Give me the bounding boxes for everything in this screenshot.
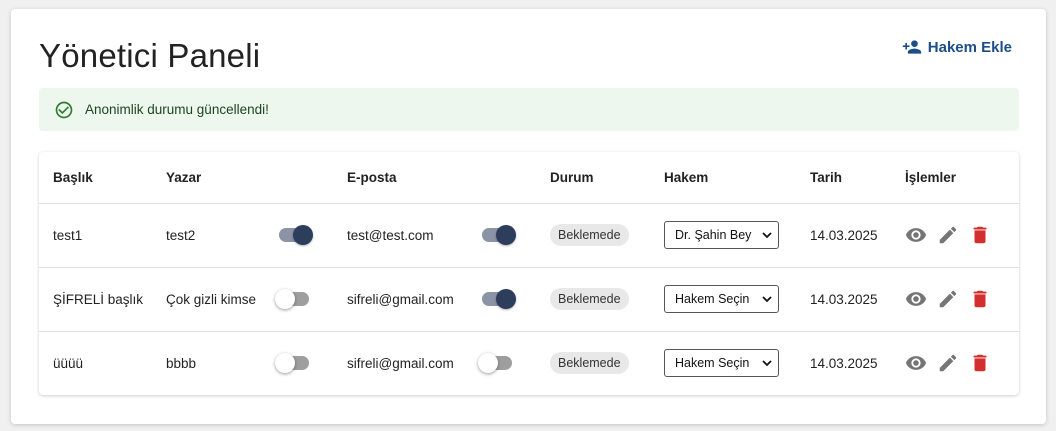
author-anonymity-toggle[interactable]	[277, 225, 313, 245]
chevron-down-icon	[762, 358, 772, 368]
success-alert: Anonimlik durumu güncellendi!	[39, 88, 1019, 131]
column-header-title: Başlık	[53, 170, 93, 185]
cell-email: sifreli@gmail.com	[347, 355, 454, 371]
cell-date: 14.03.2025	[810, 227, 878, 243]
table-row: ŞİFRELİ başlık Çok gizli kimse sifreli@g…	[39, 267, 1019, 332]
table-row: test1 test2 test@test.com Beklemede Dr. …	[39, 203, 1019, 268]
admin-panel-card: Yönetici Paneli Hakem Ekle Anonimlik dur…	[11, 9, 1046, 424]
submissions-table: Başlık Yazar E-posta Durum Hakem Tarih İ…	[39, 152, 1019, 395]
status-badge: Beklemede	[550, 288, 629, 310]
status-badge: Beklemede	[550, 224, 629, 246]
add-referee-button[interactable]: Hakem Ekle	[902, 37, 1012, 57]
trash-icon[interactable]	[969, 224, 991, 246]
cell-date: 14.03.2025	[810, 291, 878, 307]
email-anonymity-toggle[interactable]	[478, 353, 514, 373]
chevron-down-icon	[762, 294, 772, 304]
email-anonymity-toggle[interactable]	[480, 225, 516, 245]
email-anonymity-toggle[interactable]	[480, 289, 516, 309]
email-anonymity-toggle-cell	[480, 203, 516, 267]
cell-author: test2	[166, 227, 196, 243]
column-header-status: Durum	[550, 170, 594, 185]
cell-referee: Hakem Seçin	[664, 267, 779, 331]
column-header-email: E-posta	[347, 170, 397, 185]
referee-select-value: Hakem Seçin	[675, 292, 750, 306]
email-anonymity-toggle-cell	[478, 331, 514, 395]
add-referee-label: Hakem Ekle	[927, 38, 1012, 56]
referee-select-value: Hakem Seçin	[675, 356, 750, 370]
email-anonymity-toggle-cell	[480, 267, 516, 331]
chevron-down-icon	[762, 230, 772, 240]
eye-icon[interactable]	[905, 288, 927, 310]
author-anonymity-toggle-cell	[275, 267, 311, 331]
column-header-referee: Hakem	[664, 170, 709, 185]
cell-author: Çok gizli kimse	[166, 291, 257, 307]
check-circle-icon	[54, 100, 74, 120]
author-anonymity-toggle[interactable]	[275, 353, 311, 373]
eye-icon[interactable]	[905, 352, 927, 374]
column-header-actions: İşlemler	[905, 170, 957, 185]
cell-status: Beklemede	[550, 203, 629, 267]
referee-select[interactable]: Dr. Şahin Bey	[664, 221, 779, 249]
table-header-row: Başlık Yazar E-posta Durum Hakem Tarih İ…	[39, 152, 1019, 204]
cell-author: bbbb	[166, 355, 197, 371]
pencil-icon[interactable]	[937, 288, 959, 310]
pencil-icon[interactable]	[937, 352, 959, 374]
column-header-author: Yazar	[166, 170, 202, 185]
cell-actions	[905, 267, 991, 331]
cell-actions	[905, 203, 991, 267]
cell-title: üüüü	[53, 355, 84, 371]
cell-email: sifreli@gmail.com	[347, 291, 454, 307]
cell-referee: Hakem Seçin	[664, 331, 779, 395]
table-row: üüüü bbbb sifreli@gmail.com Beklemede Ha…	[39, 331, 1019, 395]
cell-title: ŞİFRELİ başlık	[53, 291, 144, 307]
person-add-icon	[902, 37, 922, 57]
cell-status: Beklemede	[550, 267, 629, 331]
author-anonymity-toggle-cell	[275, 331, 311, 395]
referee-select-value: Dr. Şahin Bey	[675, 228, 752, 242]
trash-icon[interactable]	[969, 352, 991, 374]
cell-actions	[905, 331, 991, 395]
column-header-date: Tarih	[810, 170, 843, 185]
author-anonymity-toggle-cell	[277, 203, 313, 267]
page-title: Yönetici Paneli	[39, 37, 261, 74]
cell-status: Beklemede	[550, 331, 629, 395]
alert-message: Anonimlik durumu güncellendi!	[85, 102, 269, 117]
referee-select[interactable]: Hakem Seçin	[664, 285, 779, 313]
cell-email: test@test.com	[347, 227, 434, 243]
cell-title: test1	[53, 227, 83, 243]
author-anonymity-toggle[interactable]	[275, 289, 311, 309]
eye-icon[interactable]	[905, 224, 927, 246]
pencil-icon[interactable]	[937, 224, 959, 246]
cell-date: 14.03.2025	[810, 355, 878, 371]
referee-select[interactable]: Hakem Seçin	[664, 349, 779, 377]
cell-referee: Dr. Şahin Bey	[664, 203, 779, 267]
status-badge: Beklemede	[550, 352, 629, 374]
trash-icon[interactable]	[969, 288, 991, 310]
